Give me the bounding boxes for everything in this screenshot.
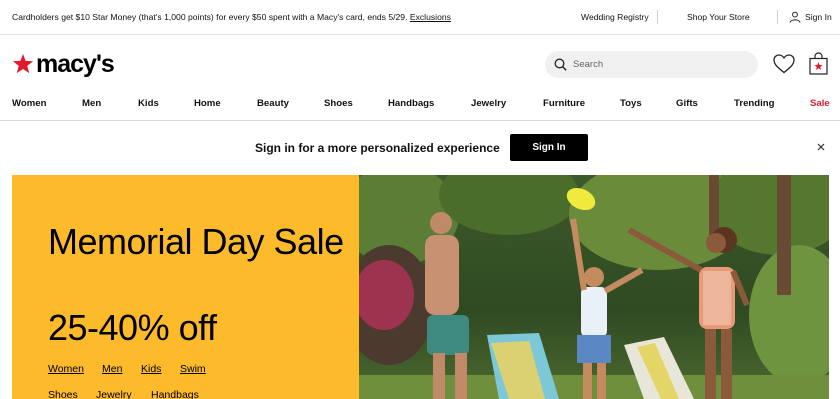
nav-item-home[interactable]: Home	[194, 98, 221, 109]
hero-photo[interactable]	[359, 175, 829, 399]
logo-wordmark: macy's	[36, 49, 115, 78]
hero-link-women[interactable]: Women	[48, 363, 84, 375]
nav-item-gifts[interactable]: Gifts	[676, 98, 698, 109]
nav-item-shoes[interactable]: Shoes	[324, 98, 353, 109]
search-input[interactable]	[573, 59, 743, 70]
user-icon	[789, 11, 801, 23]
star-icon	[12, 53, 34, 74]
heart-icon[interactable]	[773, 54, 795, 74]
promo-text: Cardholders get $10 Star Money (that's 1…	[12, 12, 408, 22]
divider	[777, 10, 778, 24]
nav-item-women[interactable]: Women	[12, 98, 46, 109]
search-icon	[554, 58, 567, 71]
hero-link-shoes[interactable]: Shoes	[48, 389, 78, 399]
hero-discount: 25-40% off	[48, 307, 217, 348]
hero-title: Memorial Day Sale	[48, 221, 344, 262]
wedding-registry-link[interactable]: Wedding Registry	[581, 12, 649, 22]
shopping-bag-icon[interactable]	[809, 52, 828, 75]
search-bar[interactable]	[545, 51, 758, 78]
close-icon[interactable]	[815, 141, 827, 153]
nav-item-sale[interactable]: Sale	[810, 98, 830, 109]
nav-item-beauty[interactable]: Beauty	[257, 98, 289, 109]
shop-your-store-link[interactable]: Shop Your Store	[687, 12, 750, 22]
nav-item-toys[interactable]: Toys	[620, 98, 642, 109]
nav-item-jewelry[interactable]: Jewelry	[471, 98, 506, 109]
hero-link-jewelry[interactable]: Jewelry	[96, 389, 132, 399]
nav-item-handbags[interactable]: Handbags	[388, 98, 434, 109]
sign-in-link[interactable]: Sign In	[805, 12, 832, 22]
macys-logo[interactable]: macy's	[12, 49, 115, 78]
hero-link-swim[interactable]: Swim	[180, 363, 206, 375]
divider	[657, 10, 658, 24]
exclusions-link[interactable]: Exclusions	[410, 12, 451, 22]
promo-banner: Cardholders get $10 Star Money (that's 1…	[12, 12, 451, 22]
signin-prompt: Sign in for a more personalized experien…	[255, 141, 500, 155]
sign-in-button[interactable]: Sign In	[510, 134, 588, 161]
hero-link-handbags[interactable]: Handbags	[151, 389, 199, 399]
hero-link-men[interactable]: Men	[102, 363, 122, 375]
utility-bar: Cardholders get $10 Star Money (that's 1…	[0, 0, 840, 35]
nav-item-furniture[interactable]: Furniture	[543, 98, 585, 109]
nav-item-trending[interactable]: Trending	[734, 98, 775, 109]
main-nav: Women Men Kids Home Beauty Shoes Handbag…	[0, 92, 840, 121]
nav-item-kids[interactable]: Kids	[138, 98, 159, 109]
hero-link-kids[interactable]: Kids	[141, 363, 161, 375]
nav-item-men[interactable]: Men	[82, 98, 101, 109]
